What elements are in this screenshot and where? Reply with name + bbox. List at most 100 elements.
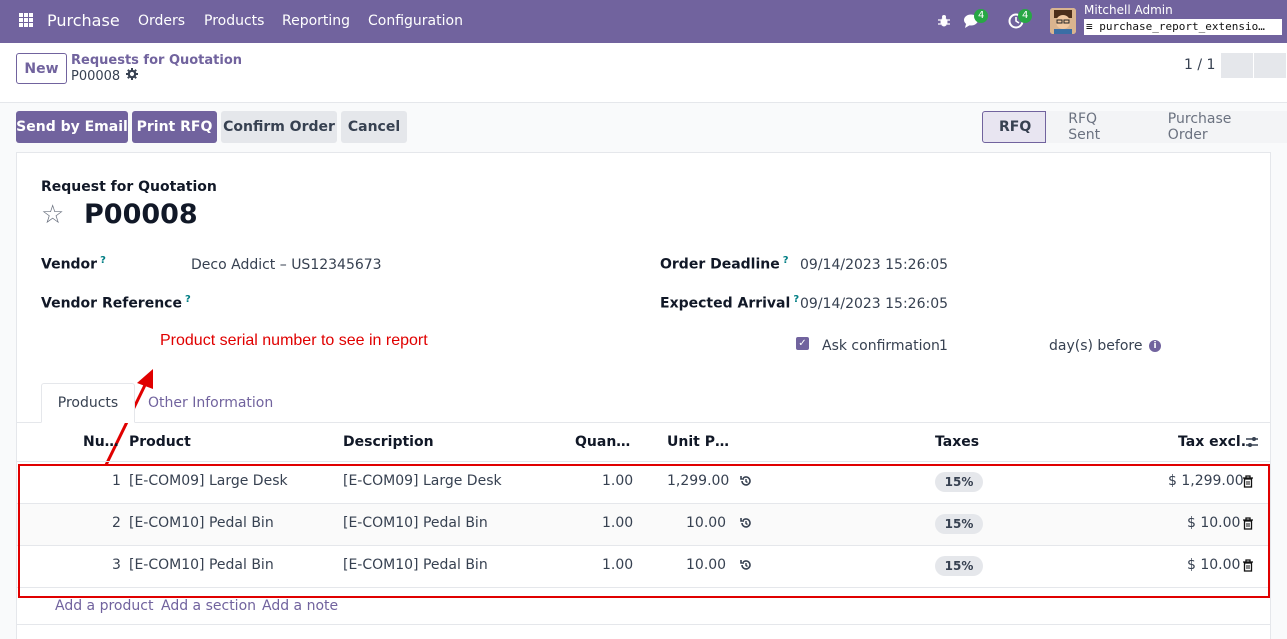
table-row[interactable]: 1 [E-COM09] Large Desk [E-COM09] Large D… [17, 462, 1270, 504]
control-panel: New Requests for Quotation P00008 1 / 1 [0, 43, 1287, 103]
col-quantity[interactable]: Quan… [575, 434, 630, 450]
status-bar: RFQ RFQ Sent Purchase Order [982, 111, 1287, 143]
menu-configuration[interactable]: Configuration [368, 13, 463, 29]
breadcrumb-parent[interactable]: Requests for Quotation [71, 53, 242, 68]
confirm-order-button[interactable]: Confirm Order [221, 111, 337, 143]
notebook-tabs: Products Other Information [17, 383, 1270, 423]
row-product[interactable]: [E-COM10] Pedal Bin [129, 515, 274, 531]
row-product[interactable]: [E-COM10] Pedal Bin [129, 557, 274, 573]
breadcrumb-current: P00008 [71, 68, 139, 84]
annotation-text: Product serial number to see in report [160, 332, 428, 349]
cancel-button[interactable]: Cancel [341, 111, 407, 143]
history-icon[interactable] [739, 474, 753, 492]
gear-icon[interactable] [126, 68, 139, 84]
add-section-link[interactable]: Add a section [161, 598, 256, 614]
history-icon[interactable] [739, 516, 753, 534]
table-header: Nu… Product Description Quan… Unit P… Ta… [17, 424, 1270, 462]
history-icon[interactable] [739, 558, 753, 576]
menu-products[interactable]: Products [204, 13, 264, 29]
row-description[interactable]: [E-COM10] Pedal Bin [343, 557, 488, 573]
top-navbar: Purchase Orders Products Reporting Confi… [0, 0, 1287, 43]
app-name[interactable]: Purchase [47, 11, 120, 30]
row-description[interactable]: [E-COM09] Large Desk [343, 473, 502, 489]
add-product-link[interactable]: Add a product [55, 598, 153, 614]
form-subtitle: Request for Quotation [41, 179, 217, 195]
vendor-reference-label: Vendor Reference? [41, 294, 191, 312]
row-quantity[interactable]: 1.00 [602, 515, 633, 531]
apps-menu-icon[interactable] [19, 13, 33, 27]
stage-purchase-order[interactable]: Purchase Order [1145, 111, 1287, 143]
user-name[interactable]: Mitchell Admin [1084, 3, 1173, 17]
col-product[interactable]: Product [129, 434, 191, 450]
row-quantity[interactable]: 1.00 [602, 557, 633, 573]
ask-confirmation-label: Ask confirmation [822, 338, 940, 354]
row-subtotal: $ 1,299.00 [1168, 473, 1244, 489]
expected-arrival-field[interactable]: 09/14/2023 15:26:05 [800, 296, 948, 312]
col-description[interactable]: Description [343, 434, 434, 450]
trash-icon[interactable] [1242, 475, 1254, 492]
tab-other-information[interactable]: Other Information [148, 383, 273, 423]
row-unit-price[interactable]: 10.00 [686, 515, 726, 531]
pager-prev-button[interactable] [1221, 53, 1253, 78]
form-sheet: Request for Quotation ☆ P00008 Vendor? D… [16, 152, 1271, 639]
table-row[interactable]: 2 [E-COM10] Pedal Bin [E-COM10] Pedal Bi… [17, 504, 1270, 546]
star-icon[interactable]: ☆ [41, 201, 64, 229]
ask-confirmation-checkbox[interactable]: ✓ [796, 337, 809, 350]
divider [17, 624, 1270, 625]
help-mark[interactable]: ? [783, 255, 789, 266]
col-taxes[interactable]: Taxes [935, 434, 979, 450]
row-number: 1 [112, 473, 121, 489]
tax-badge[interactable]: 15% [935, 472, 983, 492]
col-unit-price[interactable]: Unit P… [667, 434, 729, 450]
col-number[interactable]: Nu… [83, 434, 119, 450]
print-rfq-button[interactable]: Print RFQ [132, 111, 217, 143]
col-tax-excl[interactable]: Tax excl. [1178, 434, 1246, 450]
tax-badge[interactable]: 15% [935, 556, 983, 576]
help-mark[interactable]: ? [185, 294, 191, 305]
send-by-email-button[interactable]: Send by Email [16, 111, 128, 143]
menu-orders[interactable]: Orders [138, 13, 185, 29]
order-deadline-label-text: Order Deadline [660, 256, 780, 273]
tab-products[interactable]: Products [41, 383, 135, 423]
row-description[interactable]: [E-COM10] Pedal Bin [343, 515, 488, 531]
menu-reporting[interactable]: Reporting [282, 13, 350, 29]
chat-count-badge: 4 [974, 9, 989, 23]
pager-next-button[interactable] [1254, 53, 1286, 78]
database-name: ≡ purchase_report_extensio… [1084, 19, 1282, 35]
stage-rfq[interactable]: RFQ [982, 111, 1047, 143]
activity-count-badge: 4 [1018, 9, 1033, 23]
trash-icon[interactable] [1242, 559, 1254, 576]
row-unit-price[interactable]: 10.00 [686, 557, 726, 573]
page-title: P00008 [84, 199, 198, 230]
expected-arrival-label: Expected Arrival? [660, 294, 799, 312]
add-note-link[interactable]: Add a note [262, 598, 338, 614]
help-mark[interactable]: ? [100, 255, 106, 266]
ask-confirmation-days-field[interactable]: 1 [939, 338, 948, 354]
vendor-label-text: Vendor [41, 256, 98, 273]
chat-icon[interactable]: 4 [962, 9, 989, 31]
order-deadline-label: Order Deadline? [660, 255, 789, 273]
row-number: 3 [112, 557, 121, 573]
days-before-label: day(s) before [1049, 338, 1143, 354]
table-row[interactable]: 3 [E-COM10] Pedal Bin [E-COM10] Pedal Bi… [17, 546, 1270, 588]
vendor-reference-label-text: Vendor Reference [41, 295, 182, 312]
breadcrumb-current-label: P00008 [71, 68, 121, 84]
tax-badge[interactable]: 15% [935, 514, 983, 534]
activity-clock-icon[interactable]: 4 [1006, 9, 1033, 31]
order-deadline-field[interactable]: 09/14/2023 15:26:05 [800, 257, 948, 273]
optional-columns-icon[interactable] [1245, 435, 1259, 453]
stage-rfq-sent[interactable]: RFQ Sent [1046, 111, 1146, 143]
bug-icon[interactable] [934, 11, 954, 31]
pager-value[interactable]: 1 / 1 [1184, 57, 1215, 73]
new-button[interactable]: New [16, 53, 67, 84]
row-quantity[interactable]: 1.00 [602, 473, 633, 489]
trash-icon[interactable] [1242, 517, 1254, 534]
vendor-field[interactable]: Deco Addict – US12345673 [191, 257, 382, 273]
help-mark[interactable]: ? [793, 294, 799, 305]
row-unit-price[interactable]: 1,299.00 [667, 473, 729, 489]
row-subtotal: $ 10.00 [1187, 557, 1241, 573]
info-icon[interactable]: i [1149, 340, 1161, 352]
database-label: purchase_report_extensio… [1099, 20, 1265, 33]
row-product[interactable]: [E-COM09] Large Desk [129, 473, 288, 489]
user-avatar[interactable] [1050, 8, 1076, 34]
